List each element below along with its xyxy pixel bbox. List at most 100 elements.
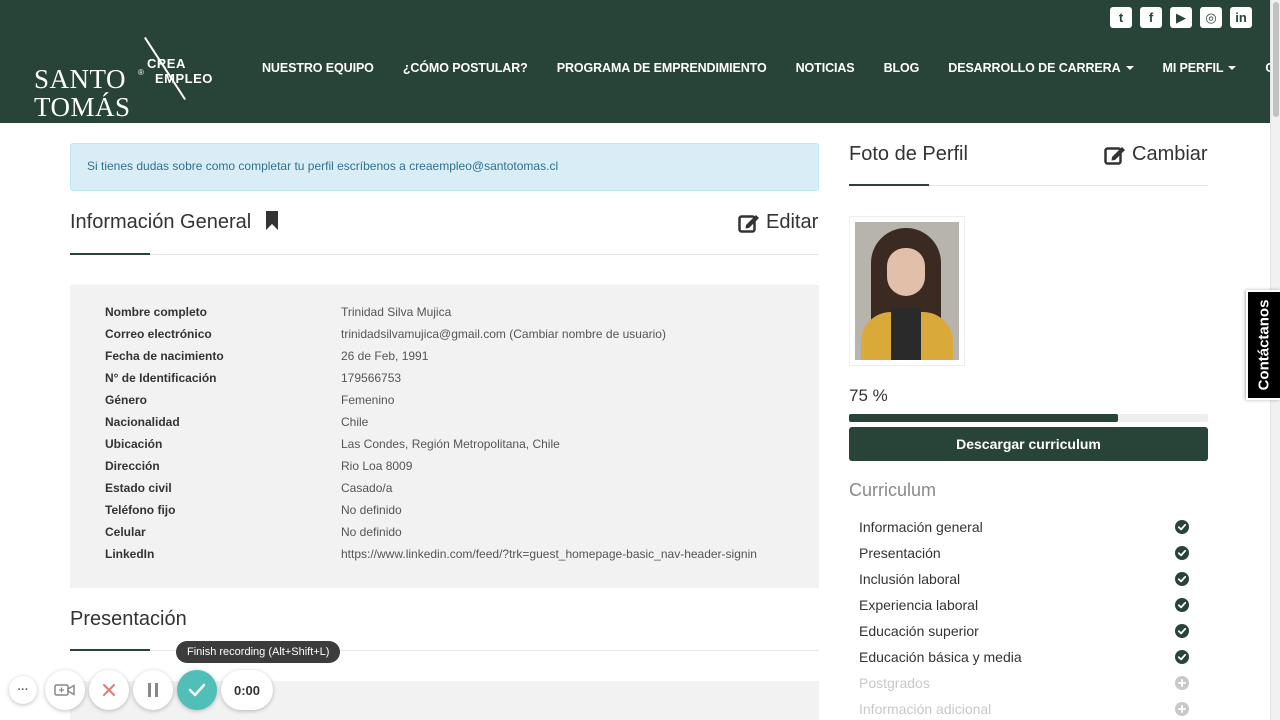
nav-label: BLOG [883, 61, 920, 75]
curriculum-item[interactable]: Postgrados [859, 672, 1189, 694]
facebook-icon[interactable]: f [1140, 7, 1162, 28]
instagram-icon[interactable]: ◎ [1200, 7, 1222, 28]
info-row-celular: Celular No definido [105, 521, 402, 543]
recorder-camera-button[interactable] [45, 670, 85, 710]
info-value: No definido [341, 525, 402, 539]
info-row-linkedin: LinkedIn https://www.linkedin.com/feed/?t… [105, 543, 757, 565]
nav-blog[interactable]: BLOG [884, 61, 920, 75]
bookmark-icon [265, 211, 278, 230]
info-row-telefono: Teléfono fijo No definido [105, 499, 402, 521]
site-header: SANTO ® TOMÁS CREA EMPLEO t f ▶ ◎ in NUE… [0, 0, 1280, 123]
caret-down-icon [1228, 66, 1237, 70]
info-row-nacionalidad: Nacionalidad Chile [105, 411, 368, 433]
edit-label: Editar [766, 211, 819, 233]
twitter-icon[interactable]: t [1110, 7, 1132, 28]
recorder-more-button[interactable]: ··· [9, 676, 37, 704]
download-cv-button[interactable]: Descargar curriculum [849, 427, 1208, 461]
nav-label: PROGRAMA DE EMPRENDIMIENTO [556, 61, 767, 75]
curriculum-item-label: Experiencia laboral [859, 597, 979, 613]
scrollbar-thumb[interactable] [1273, 2, 1279, 117]
info-label: LinkedIn [105, 547, 155, 561]
info-value: Chile [341, 415, 369, 429]
curriculum-item[interactable]: Educación básica y media [859, 646, 1189, 668]
info-value: Femenino [341, 393, 395, 407]
change-photo-button[interactable]: Cambiar [1104, 143, 1208, 166]
curriculum-item[interactable]: Información adicional [859, 698, 1189, 720]
nav-como-postular[interactable]: ¿CÓMO POSTULAR? [403, 61, 528, 75]
info-row-direccion: Dirección Rio Loa 8009 [105, 455, 412, 477]
info-row-genero: Género Femenino [105, 389, 394, 411]
plus-circle-icon [1175, 676, 1189, 690]
curriculum-item-label: Información general [859, 519, 983, 535]
info-value: 26 de Feb, 1991 [341, 349, 429, 363]
caret-down-icon [1125, 66, 1134, 70]
edit-icon [1104, 146, 1125, 165]
edit-icon [738, 214, 759, 233]
info-label: Celular [105, 525, 146, 539]
curriculum-title: Curriculum [849, 480, 937, 500]
youtube-icon[interactable]: ▶ [1170, 7, 1192, 28]
completion-percent: 75 % [849, 386, 888, 405]
info-label: Nombre completo [105, 305, 208, 319]
check-circle-icon [1175, 572, 1189, 586]
logo-crea: CREA [147, 56, 186, 71]
more-icon: ··· [17, 684, 29, 696]
nav-label: ¿CÓMO POSTULAR? [402, 61, 528, 75]
general-info-accent [70, 253, 150, 255]
check-circle-icon [1175, 650, 1189, 664]
presentation-accent [70, 649, 150, 651]
recorder-cancel-button[interactable] [89, 670, 129, 710]
nav-nuestro-equipo[interactable]: NUESTRO EQUIPO [262, 61, 374, 75]
edit-general-info-button[interactable]: Editar [738, 211, 818, 234]
info-row-identificacion: N° de Identificación 179566753 [105, 367, 401, 389]
linkedin-icon[interactable]: in [1230, 7, 1252, 28]
recorder-finish-button[interactable] [177, 670, 217, 710]
info-value: Casado/a [341, 481, 393, 495]
info-label: Nacionalidad [105, 415, 180, 429]
info-label: Teléfono fijo [105, 503, 176, 517]
social-links: t f ▶ ◎ in [1110, 7, 1252, 28]
curriculum-item[interactable]: Educación superior [859, 620, 1189, 642]
info-value: No definido [341, 503, 402, 517]
info-label: Estado civil [105, 481, 172, 495]
profile-photo-image [855, 222, 959, 360]
curriculum-item-label: Educación superior [859, 623, 979, 639]
pause-icon [148, 683, 158, 697]
curriculum-item-label: Información adicional [859, 701, 992, 717]
curriculum-item[interactable]: Inclusión laboral [859, 568, 1189, 590]
finish-recording-tooltip: Finish recording (Alt+Shift+L) [176, 641, 341, 663]
curriculum-item[interactable]: Experiencia laboral [859, 594, 1189, 616]
recorder-pause-button[interactable] [133, 670, 173, 710]
help-alert: Si tienes dudas sobre como completar tu … [70, 143, 819, 191]
profile-photo [849, 216, 965, 366]
info-value: Las Condes, Región Metropolitana, Chile [341, 437, 560, 451]
close-icon [103, 684, 115, 696]
contact-tab-label: Contáctanos [1255, 299, 1273, 391]
curriculum-item[interactable]: Presentación [859, 542, 1189, 564]
check-circle-icon [1175, 546, 1189, 560]
nav-label: MI PERFIL [1162, 61, 1224, 75]
info-value[interactable]: trinidadsilvamujica@gmail.com (Cambiar n… [341, 327, 666, 341]
general-info-title-text: Información General [70, 211, 252, 233]
check-circle-icon [1175, 520, 1189, 534]
info-row-nacimiento: Fecha de nacimiento 26 de Feb, 1991 [105, 345, 428, 367]
alert-email-link[interactable]: creaempleo@santotomas.cl [409, 159, 558, 173]
info-label: Género [105, 393, 148, 407]
info-row-estado-civil: Estado civil Casado/a [105, 477, 392, 499]
info-value: Trinidad Silva Mujica [341, 305, 452, 319]
nav-label: NUESTRO EQUIPO [262, 61, 374, 75]
curriculum-item-label: Postgrados [859, 675, 930, 691]
nav-mi-perfil[interactable]: MI PERFIL [1163, 61, 1237, 75]
curriculum-item[interactable]: Información general [859, 516, 1189, 538]
check-circle-icon [1175, 624, 1189, 638]
info-value[interactable]: https://www.linkedin.com/feed/?trk=guest… [341, 547, 757, 561]
info-row-ubicacion: Ubicación Las Condes, Región Metropolitan… [105, 433, 560, 455]
general-info-title: Información General [70, 211, 279, 234]
profile-photo-title: Foto de Perfil [849, 143, 968, 165]
contact-tab[interactable]: Contáctanos [1246, 290, 1280, 400]
nav-programa-emprendimiento[interactable]: PROGRAMA DE EMPRENDIMIENTO [557, 61, 767, 75]
nav-desarrollo-carrera[interactable]: DESARROLLO DE CARRERA [948, 61, 1134, 75]
completion-progress-bar [849, 414, 1208, 422]
santo-tomas-crea-empleo-logo[interactable]: SANTO ® TOMÁS CREA EMPLEO [34, 37, 224, 121]
nav-noticias[interactable]: NOTICIAS [796, 61, 855, 75]
